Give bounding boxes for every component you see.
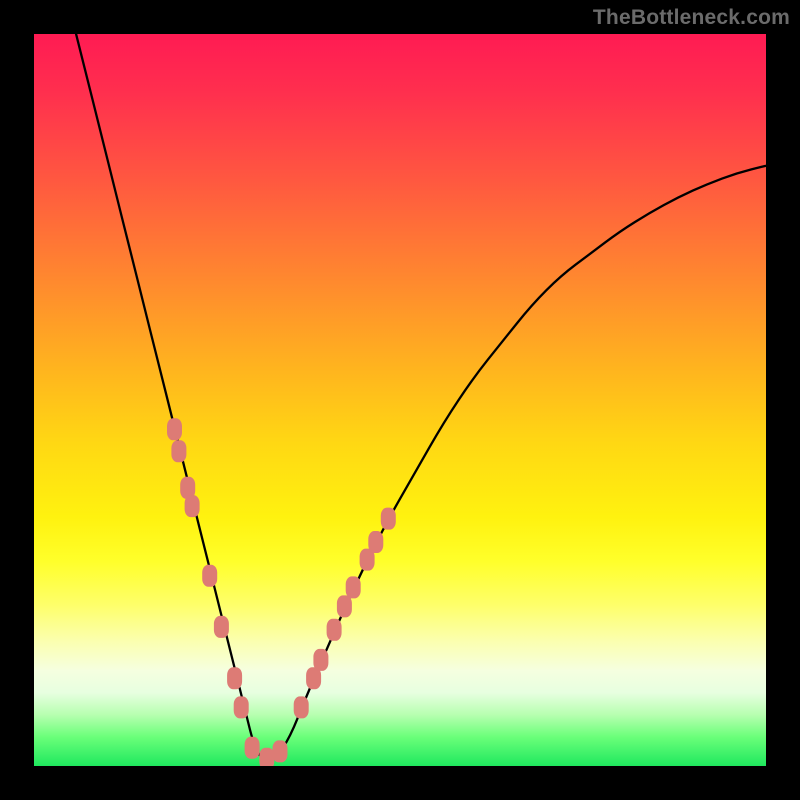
curve-marker [167, 418, 182, 440]
chart-svg [34, 34, 766, 766]
curve-marker [337, 595, 352, 617]
curve-marker [346, 576, 361, 598]
watermark-text: TheBottleneck.com [593, 6, 790, 30]
curve-marker [234, 696, 249, 718]
curve-marker [294, 696, 309, 718]
curve-marker [327, 619, 342, 641]
curve-marker [313, 649, 328, 671]
curve-marker [245, 737, 260, 759]
curve-marker [214, 616, 229, 638]
plot-area [34, 34, 766, 766]
curve-marker [259, 748, 274, 766]
curve-marker [185, 495, 200, 517]
curve-marker [381, 508, 396, 530]
curve-marker [273, 740, 288, 762]
curve-marker [227, 667, 242, 689]
curve-marker [368, 531, 383, 553]
curve-marker [171, 440, 186, 462]
curve-marker [202, 565, 217, 587]
chart-frame: TheBottleneck.com [0, 0, 800, 800]
bottleneck-curve-path [71, 34, 766, 759]
marker-group [167, 418, 396, 766]
